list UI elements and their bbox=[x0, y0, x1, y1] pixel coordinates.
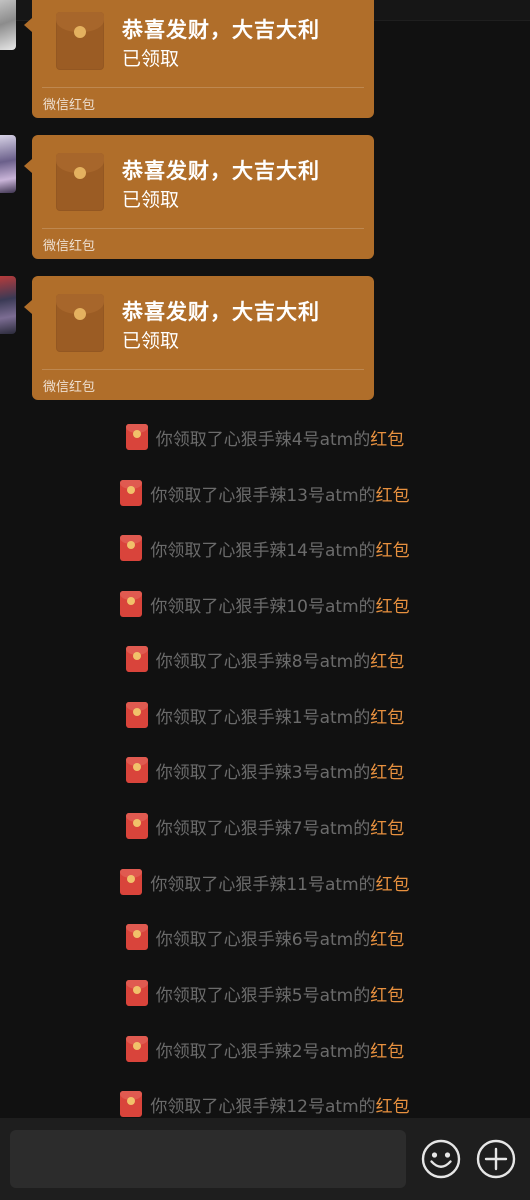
notice-text: 你领取了心狠手辣12号atm的 bbox=[150, 1096, 376, 1117]
red-packet-link[interactable]: 红包 bbox=[370, 925, 404, 950]
message-input[interactable] bbox=[10, 1130, 406, 1188]
red-packet-icon bbox=[120, 480, 143, 506]
packet-status: 已领取 bbox=[122, 330, 180, 352]
smiley-face-icon[interactable] bbox=[420, 1138, 462, 1180]
notice-text: 你领取了心狠手辣10号atm的 bbox=[150, 596, 376, 617]
red-packet-link[interactable]: 红包 bbox=[370, 1037, 404, 1062]
red-packet-icon bbox=[56, 153, 104, 211]
red-packet-link[interactable]: 红包 bbox=[370, 814, 404, 839]
system-notice: 你领取了心狠手辣6号atm的 红包 bbox=[0, 923, 530, 951]
red-packet-icon bbox=[125, 757, 148, 783]
packet-title: 恭喜发财，大吉大利 bbox=[122, 159, 320, 183]
notice-text: 你领取了心狠手辣4号atm的 bbox=[155, 429, 371, 450]
notice-text: 你领取了心狠手辣11号atm的 bbox=[150, 874, 376, 895]
packet-footer: 微信红包 bbox=[43, 98, 96, 113]
red-packet-card[interactable]: 恭喜发财，大吉大利 已领取 微信红包 bbox=[24, 276, 374, 400]
system-notice: 你领取了心狠手辣1号atm的 红包 bbox=[0, 701, 530, 729]
system-notice: 你领取了心狠手辣7号atm的 红包 bbox=[0, 812, 530, 840]
system-notice: 你领取了心狠手辣12号atm的 红包 bbox=[0, 1090, 530, 1118]
system-notice: 你领取了心狠手辣11号atm的 红包 bbox=[0, 868, 530, 896]
packet-status: 已领取 bbox=[122, 48, 180, 70]
avatar[interactable] bbox=[0, 276, 16, 334]
red-packet-link[interactable]: 红包 bbox=[370, 981, 404, 1006]
system-notice: 你领取了心狠手辣3号atm的 红包 bbox=[0, 756, 530, 784]
red-packet-icon bbox=[120, 869, 143, 895]
red-packet-icon bbox=[125, 646, 148, 672]
packet-title: 恭喜发财，大吉大利 bbox=[122, 300, 320, 324]
red-packet-link[interactable]: 红包 bbox=[376, 870, 410, 895]
system-notice: 你领取了心狠手辣2号atm的 红包 bbox=[0, 1035, 530, 1063]
notice-text: 你领取了心狠手辣3号atm的 bbox=[155, 762, 371, 783]
plus-circle-icon[interactable] bbox=[475, 1138, 517, 1180]
red-packet-icon bbox=[125, 702, 148, 728]
notice-text: 你领取了心狠手辣6号atm的 bbox=[155, 929, 371, 950]
red-packet-icon bbox=[120, 591, 143, 617]
system-notice: 你领取了心狠手辣13号atm的 红包 bbox=[0, 479, 530, 507]
red-packet-link[interactable]: 红包 bbox=[376, 536, 410, 561]
red-packet-link[interactable]: 红包 bbox=[376, 1092, 410, 1117]
divider bbox=[42, 87, 364, 88]
red-packet-icon bbox=[125, 424, 148, 450]
system-notice: 你领取了心狠手辣5号atm的 红包 bbox=[0, 979, 530, 1007]
notice-text: 你领取了心狠手辣14号atm的 bbox=[150, 540, 376, 561]
red-packet-link[interactable]: 红包 bbox=[370, 425, 404, 450]
red-packet-card[interactable]: 恭喜发财，大吉大利 已领取 微信红包 bbox=[24, 0, 374, 118]
notice-text: 你领取了心狠手辣8号atm的 bbox=[155, 651, 371, 672]
red-packet-link[interactable]: 红包 bbox=[370, 703, 404, 728]
system-notice: 你领取了心狠手辣8号atm的 红包 bbox=[0, 645, 530, 673]
system-notice: 你领取了心狠手辣10号atm的 红包 bbox=[0, 590, 530, 618]
divider bbox=[42, 228, 364, 229]
red-packet-link[interactable]: 红包 bbox=[370, 758, 404, 783]
packet-footer: 微信红包 bbox=[43, 380, 96, 395]
red-packet-icon bbox=[120, 1091, 143, 1117]
red-packet-link[interactable]: 红包 bbox=[376, 481, 410, 506]
notice-text: 你领取了心狠手辣2号atm的 bbox=[155, 1041, 371, 1062]
red-packet-icon bbox=[56, 294, 104, 352]
chat-message-list[interactable]: 恭喜发财，大吉大利 已领取 微信红包 恭喜发财，大吉大利 已领取 微信红包 恭喜… bbox=[0, 0, 530, 1118]
red-packet-link[interactable]: 红包 bbox=[376, 592, 410, 617]
packet-status: 已领取 bbox=[122, 189, 180, 211]
red-packet-icon bbox=[56, 12, 104, 70]
packet-title: 恭喜发财，大吉大利 bbox=[122, 18, 320, 42]
system-notice: 你领取了心狠手辣14号atm的 红包 bbox=[0, 534, 530, 562]
red-packet-icon bbox=[125, 980, 148, 1006]
message-input-bar bbox=[0, 1118, 530, 1200]
red-packet-card[interactable]: 恭喜发财，大吉大利 已领取 微信红包 bbox=[24, 135, 374, 259]
red-packet-icon bbox=[125, 1036, 148, 1062]
red-packet-icon bbox=[125, 813, 148, 839]
divider bbox=[42, 369, 364, 370]
red-packet-icon bbox=[120, 535, 143, 561]
red-packet-icon bbox=[125, 924, 148, 950]
red-packet-link[interactable]: 红包 bbox=[370, 647, 404, 672]
notice-text: 你领取了心狠手辣1号atm的 bbox=[155, 707, 371, 728]
notice-text: 你领取了心狠手辣7号atm的 bbox=[155, 818, 371, 839]
avatar[interactable] bbox=[0, 0, 16, 50]
packet-footer: 微信红包 bbox=[43, 239, 96, 254]
notice-text: 你领取了心狠手辣13号atm的 bbox=[150, 485, 376, 506]
notice-text: 你领取了心狠手辣5号atm的 bbox=[155, 985, 371, 1006]
avatar[interactable] bbox=[0, 135, 16, 193]
system-notice: 你领取了心狠手辣4号atm的 红包 bbox=[0, 423, 530, 451]
